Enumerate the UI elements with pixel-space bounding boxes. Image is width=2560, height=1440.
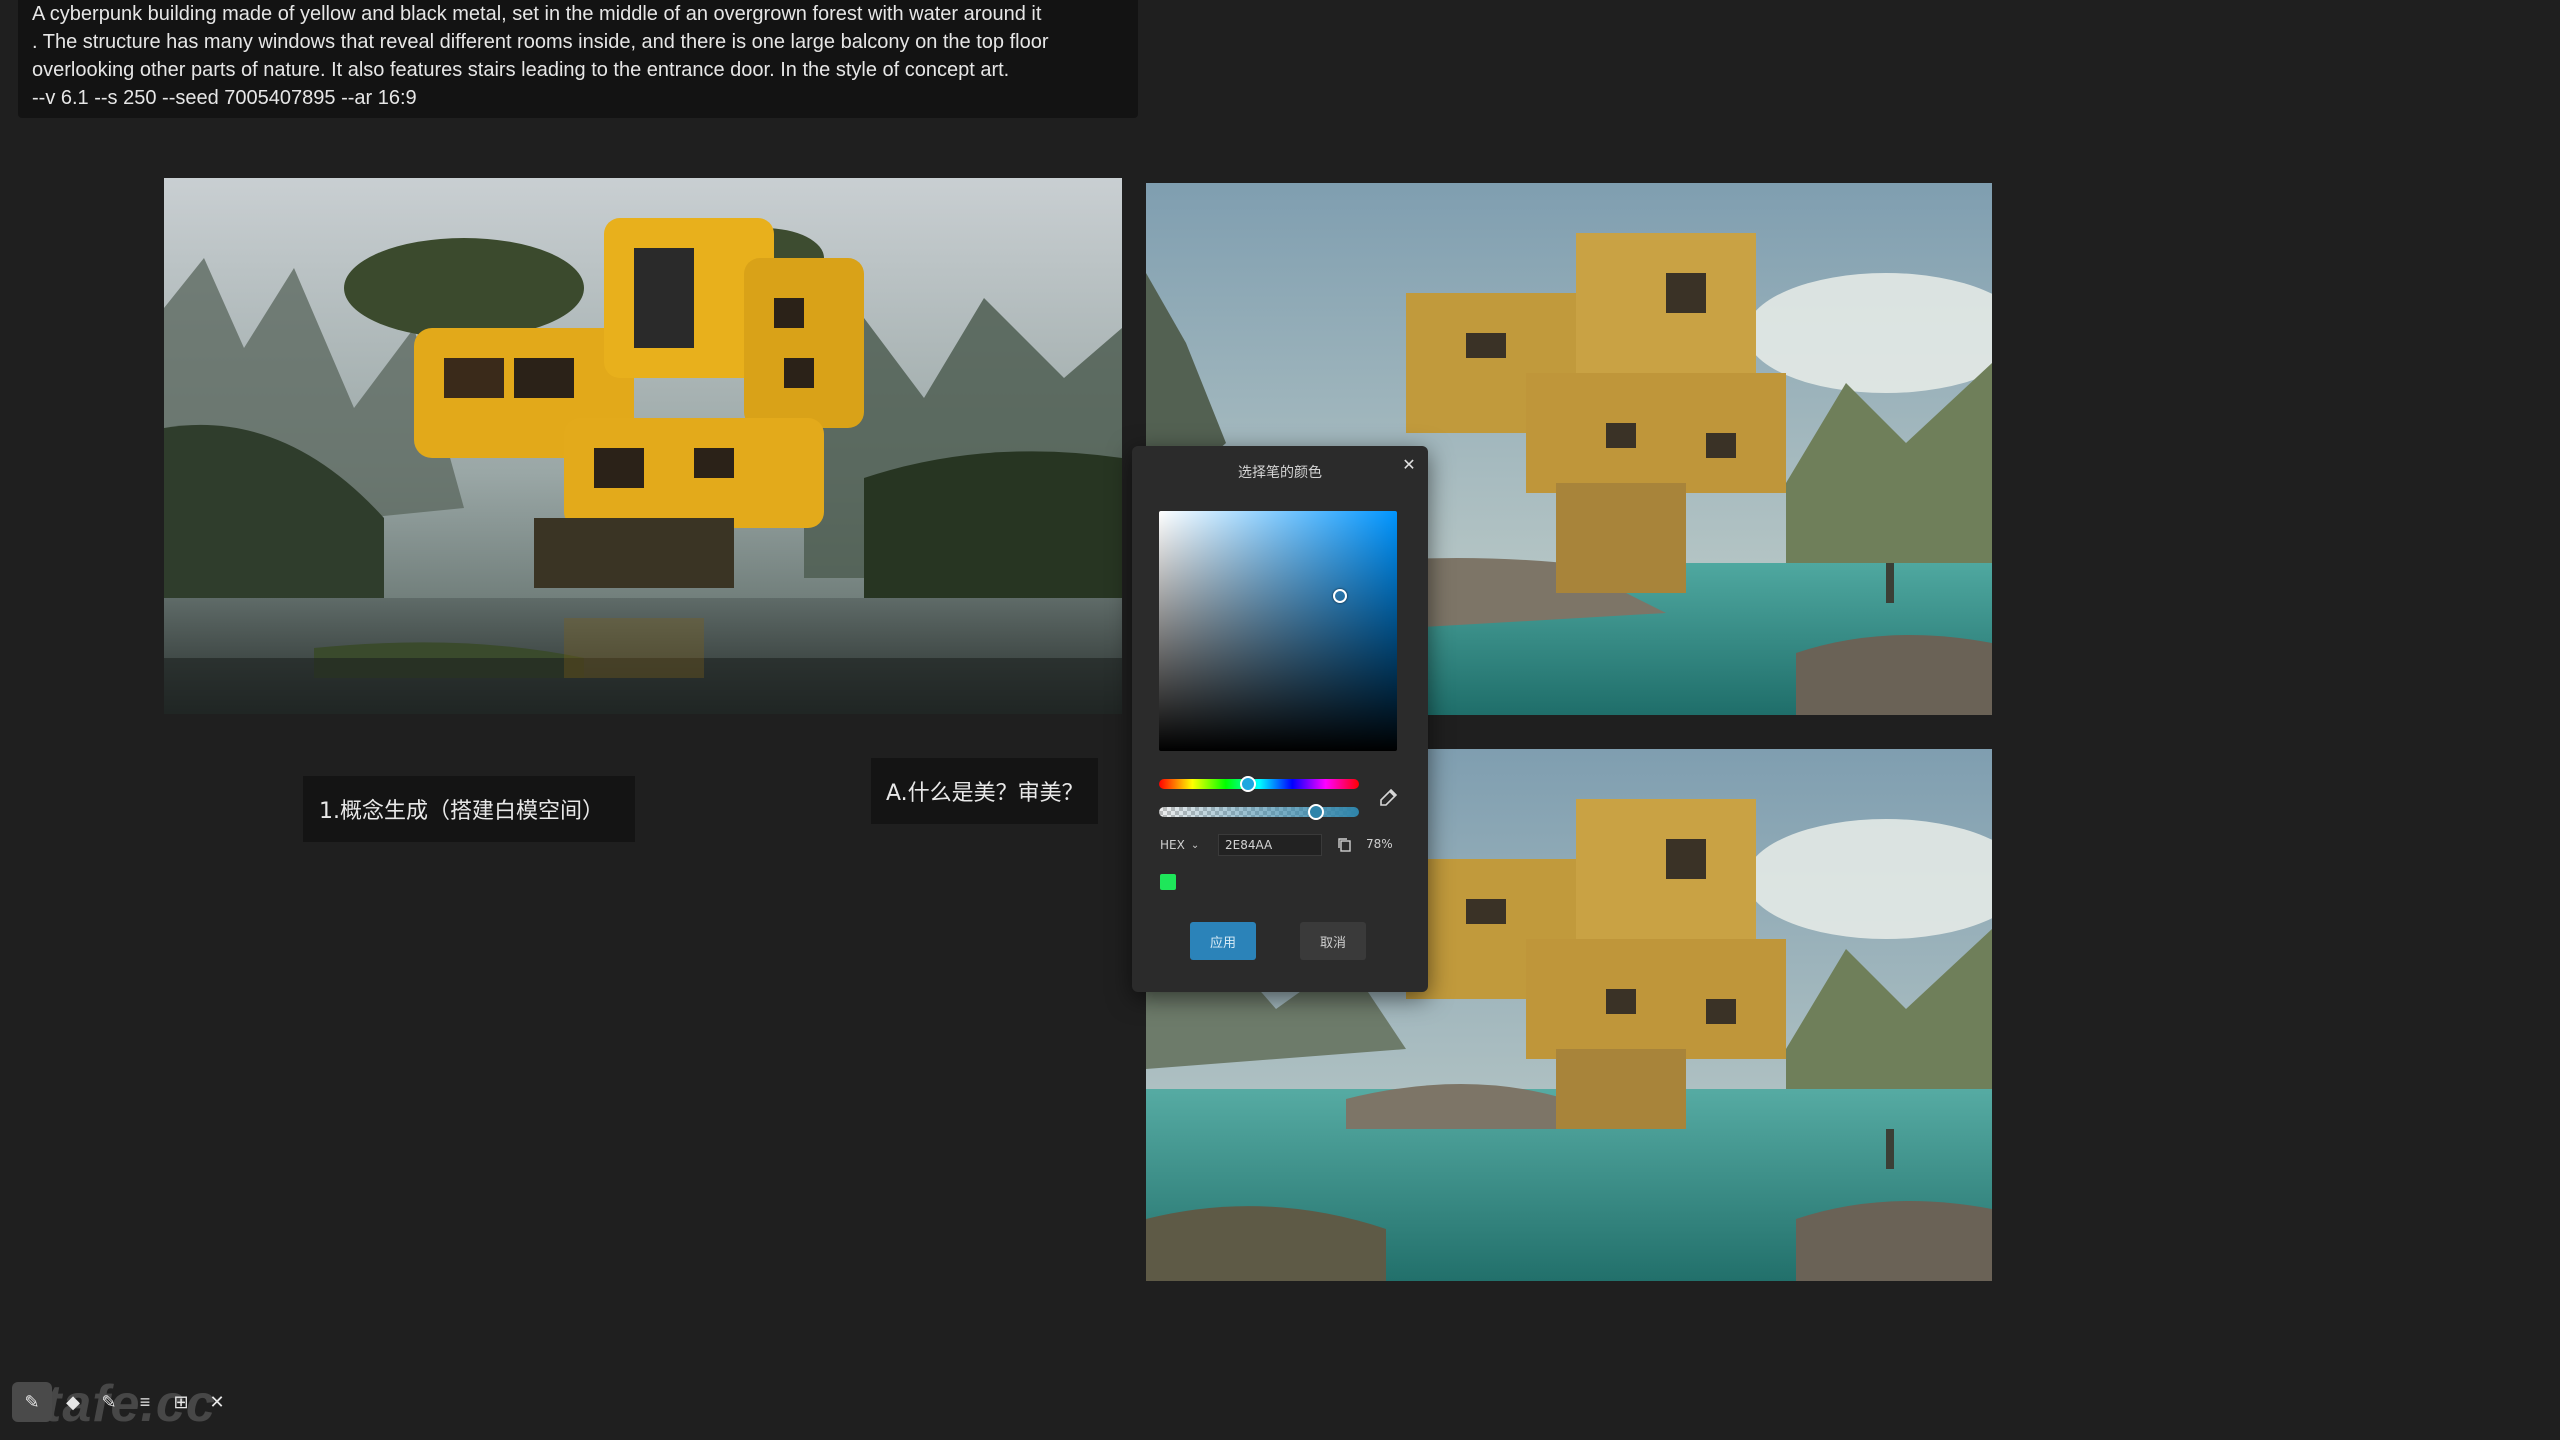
color-picker-dialog: 选择笔的颜色 ✕ HEX ⌄ 78% 应用 <box>1132 446 1428 992</box>
hue-slider-handle[interactable] <box>1240 776 1256 792</box>
drawing-toolbar: ✎ ◆ ✎ ≡ ⊞ ✕ <box>12 1376 232 1428</box>
forest-house-illustration <box>164 178 1122 714</box>
eraser-icon[interactable]: ◆ <box>58 1387 88 1417</box>
concept-image-forest-house[interactable] <box>164 178 1122 714</box>
concept-generation-label[interactable]: 1.概念生成（搭建白模空间） <box>303 776 635 842</box>
close-icon[interactable]: ✕ <box>202 1387 232 1417</box>
chevron-down-icon: ⌄ <box>1190 839 1200 851</box>
opacity-value: 78% <box>1366 837 1393 851</box>
highlighter-icon[interactable]: ✎ <box>94 1387 124 1417</box>
prompt-line: . The structure has many windows that re… <box>32 31 1049 53</box>
recent-color-swatch[interactable] <box>1160 874 1176 890</box>
menu-icon[interactable]: ≡ <box>130 1387 160 1417</box>
opacity-slider-handle[interactable] <box>1308 804 1324 820</box>
prompt-line: overlooking other parts of nature. It al… <box>32 59 1010 81</box>
dialog-title: 选择笔的颜色 <box>1238 465 1322 481</box>
pen-icon[interactable]: ✎ <box>12 1382 52 1422</box>
color-format-value: HEX <box>1160 838 1185 852</box>
saturation-value-field[interactable] <box>1159 511 1397 751</box>
hex-value-input[interactable] <box>1218 834 1322 856</box>
apply-button[interactable]: 应用 <box>1190 922 1256 960</box>
color-selector-handle[interactable] <box>1333 589 1347 603</box>
opacity-slider[interactable] <box>1159 807 1359 817</box>
close-icon[interactable]: ✕ <box>1398 454 1420 476</box>
grid-icon[interactable]: ⊞ <box>166 1387 196 1417</box>
cancel-button[interactable]: 取消 <box>1300 922 1366 960</box>
prompt-line: --v 6.1 --s 250 --seed 7005407895 --ar 1… <box>32 87 417 109</box>
prompt-text-card: A cyberpunk building made of yellow and … <box>18 0 1138 118</box>
prompt-line: A cyberpunk building made of yellow and … <box>32 3 1042 25</box>
hue-slider[interactable] <box>1159 779 1359 789</box>
color-format-select[interactable]: HEX ⌄ <box>1156 834 1212 856</box>
eyedropper-icon[interactable] <box>1376 786 1400 810</box>
copy-icon[interactable] <box>1336 836 1354 854</box>
whiteboard-canvas[interactable]: A cyberpunk building made of yellow and … <box>0 0 2560 1440</box>
aesthetics-question-label[interactable]: A.什么是美？审美？ <box>871 758 1098 824</box>
